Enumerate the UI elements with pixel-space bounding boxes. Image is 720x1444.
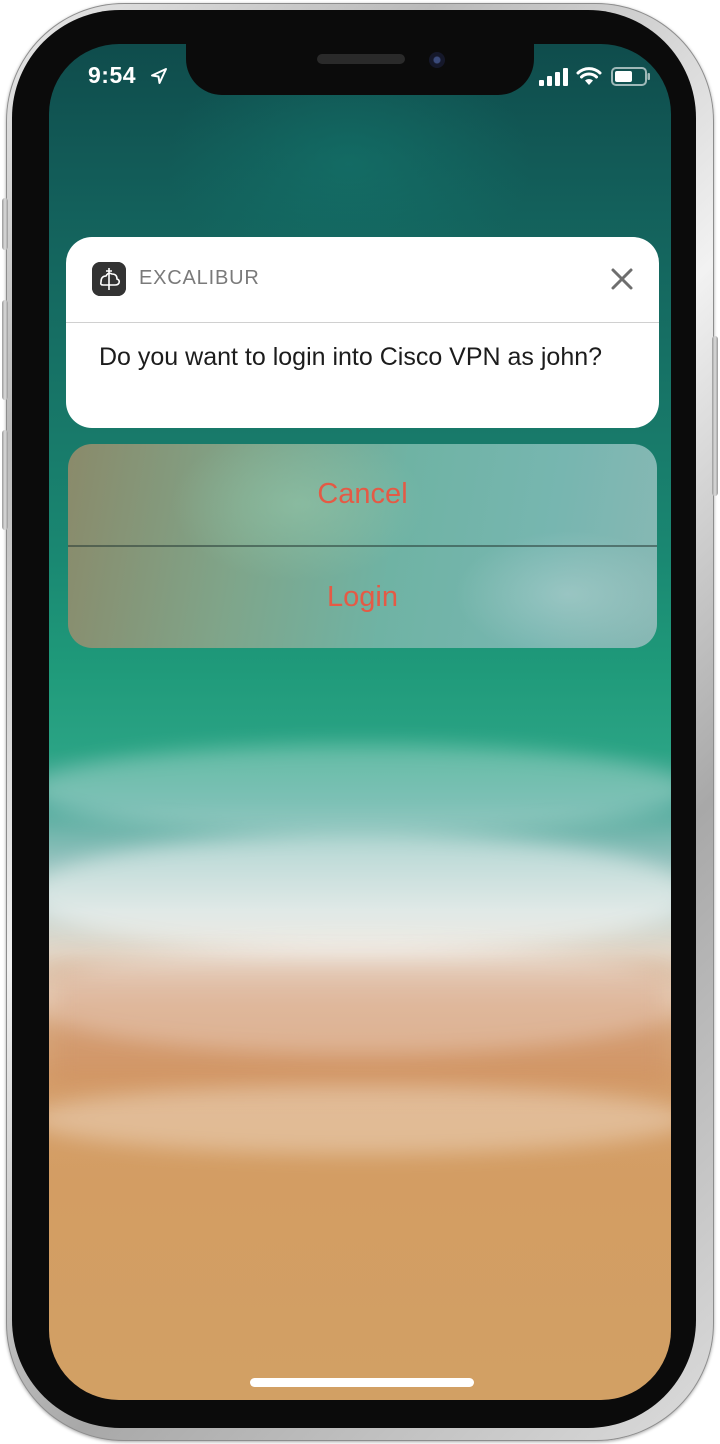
earpiece-speaker <box>317 54 405 64</box>
status-time: 9:54 <box>88 62 137 88</box>
app-name: EXCALIBUR <box>139 267 260 289</box>
battery-icon <box>611 67 650 86</box>
wave-foam <box>49 834 671 954</box>
close-icon[interactable] <box>607 264 637 294</box>
notch <box>186 44 534 95</box>
notification-header: EXCALIBUR <box>66 237 659 323</box>
mute-switch <box>2 198 8 250</box>
cellular-signal-icon <box>539 68 568 86</box>
front-camera <box>429 52 445 68</box>
volume-down-button <box>2 430 8 530</box>
wet-sand <box>49 964 671 1084</box>
wave-foam <box>49 1084 671 1154</box>
cancel-button[interactable]: Cancel <box>68 444 657 545</box>
wifi-icon <box>576 67 602 85</box>
location-arrow-icon <box>151 68 167 84</box>
home-indicator[interactable] <box>250 1378 474 1387</box>
notification-card[interactable]: EXCALIBUR Do you want to login into Cisc… <box>66 237 659 428</box>
volume-up-button <box>2 300 8 400</box>
page: 9:54 EXCALIBUR Do you want to login into… <box>0 0 720 1444</box>
notification-message: Do you want to login into Cisco VPN as j… <box>99 343 603 371</box>
login-button[interactable]: Login <box>68 547 657 648</box>
notification-actions: Cancel Login <box>68 444 657 648</box>
wave-foam <box>49 744 671 834</box>
side-button <box>712 336 718 496</box>
excalibur-app-icon <box>92 262 126 296</box>
